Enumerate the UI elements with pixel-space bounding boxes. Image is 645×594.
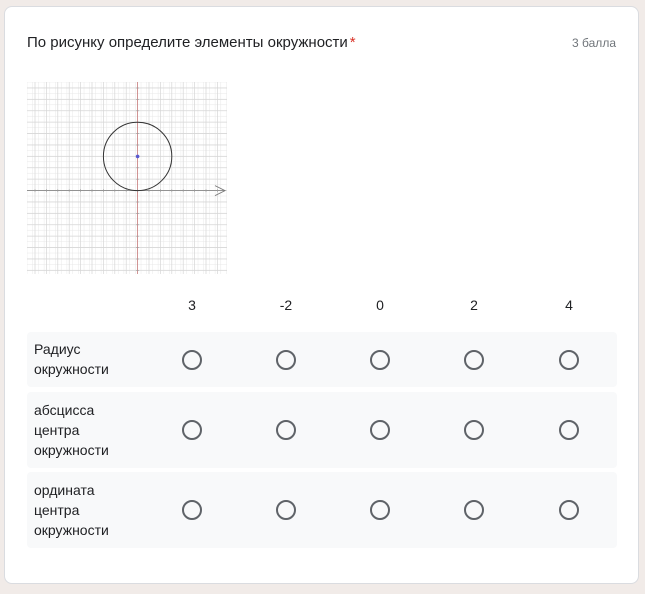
grid-column-headers: 3 -2 0 2 4 <box>27 295 617 319</box>
radio-radius-0[interactable] <box>370 350 390 370</box>
radio-center-x-2[interactable] <box>464 420 484 440</box>
question-image <box>26 81 230 274</box>
points-label: 3 балла <box>572 36 616 50</box>
row-label: Радиус окружности <box>34 341 109 377</box>
question-header: По рисунку определите элементы окружност… <box>27 33 616 57</box>
radio-radius-2[interactable] <box>464 350 484 370</box>
column-header: 0 <box>376 297 384 313</box>
radio-radius-3[interactable] <box>182 350 202 370</box>
column-header: 2 <box>470 297 478 313</box>
radio-center-x-0[interactable] <box>370 420 390 440</box>
radio-center-y-0[interactable] <box>370 500 390 520</box>
column-header: 4 <box>565 297 573 313</box>
question-card: По рисунку определите элементы окружност… <box>4 6 639 584</box>
grid-row-center-y: ордината центра окружности <box>27 472 617 548</box>
coordinate-grid-figure <box>26 81 230 274</box>
circle-center-point <box>135 154 140 159</box>
question-title-text: По рисунку определите элементы окружност… <box>27 34 348 51</box>
question-title: По рисунку определите элементы окружност… <box>27 34 356 51</box>
grid-row-center-x: абсцисса центра окружности <box>27 392 617 468</box>
column-header: -2 <box>279 297 293 313</box>
grid-row-radius: Радиус окружности <box>27 332 617 387</box>
column-header: 3 <box>188 297 196 313</box>
radio-radius-4[interactable] <box>559 350 579 370</box>
row-label: ордината центра окружности <box>34 482 109 538</box>
radio-center-x-minus2[interactable] <box>276 420 296 440</box>
radio-center-y-2[interactable] <box>464 500 484 520</box>
required-asterisk: * <box>349 34 356 51</box>
radio-center-x-4[interactable] <box>559 420 579 440</box>
radio-center-y-3[interactable] <box>182 500 202 520</box>
radio-center-x-3[interactable] <box>182 420 202 440</box>
radio-radius-minus2[interactable] <box>276 350 296 370</box>
radio-center-y-minus2[interactable] <box>276 500 296 520</box>
radio-center-y-4[interactable] <box>559 500 579 520</box>
row-label: абсцисса центра окружности <box>34 402 109 458</box>
